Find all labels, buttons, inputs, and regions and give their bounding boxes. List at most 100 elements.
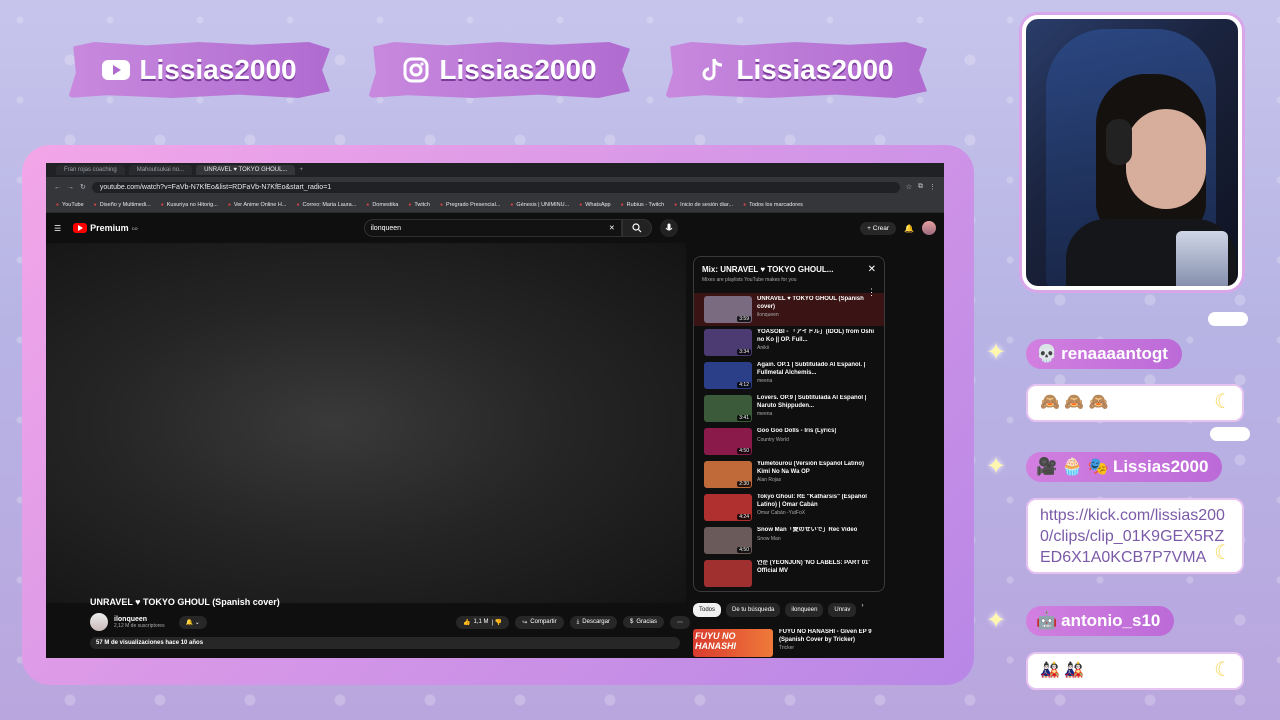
- playlist-item[interactable]: 4:12 Again. OP.1 | Subtitulado Al Español…: [694, 359, 884, 392]
- search-value: ilonqueen: [370, 224, 402, 232]
- star-icon[interactable]: ☆: [906, 183, 912, 191]
- hamburger-icon[interactable]: ☰: [54, 224, 61, 233]
- playlist-thumbnail[interactable]: 4:50: [704, 428, 752, 455]
- message-text: 🎎 🎎: [1040, 662, 1085, 679]
- playlist-thumbnail[interactable]: 4:24: [704, 494, 752, 521]
- playlist-item-title: Again. OP.1 | Subtitulado Al Español. | …: [757, 362, 866, 376]
- share-button[interactable]: ↪ Compartir: [515, 615, 564, 629]
- youtube-handle: Lissias2000: [139, 54, 297, 85]
- playlist-item[interactable]: 4:50 Goo Goo Dolls - Iris (Lyrics) Country…: [694, 425, 884, 458]
- playlist-thumbnail[interactable]: [704, 560, 752, 587]
- address-bar[interactable]: youtube.com/watch?v=FaVb-N7KfEo&list=RDF…: [91, 181, 900, 193]
- search-button[interactable]: [621, 219, 652, 237]
- playlist-thumbnail[interactable]: 4:50: [704, 527, 752, 554]
- playlist-item[interactable]: 4:24 Tokyo Ghoul: RE "Katharsis" (Español…: [694, 491, 884, 524]
- duration-badge: 4:24: [737, 514, 751, 520]
- playlist-item[interactable]: 3:34 YOASOBI - 「アイドル」(IDOL) from Oshi no …: [694, 326, 884, 359]
- recommendation-item[interactable]: FUYU NO HANASHI FUYU NO HANASHI - Given …: [693, 629, 875, 657]
- voice-search-button[interactable]: [659, 219, 678, 237]
- browser-tab[interactable]: Fran rojas coaching: [56, 165, 125, 175]
- browser-tab[interactable]: Mahoutsukai no...: [128, 165, 193, 175]
- playlist-item-channel: meena: [757, 411, 773, 417]
- channel-avatar[interactable]: [90, 613, 108, 631]
- extensions-icon[interactable]: ⧉: [918, 183, 923, 191]
- moon-icon: ☾: [1214, 659, 1232, 681]
- bookmark-folder[interactable]: Todos los marcadores: [743, 202, 803, 208]
- username-text: renaaaantogt: [1061, 344, 1168, 363]
- chevron-right-icon[interactable]: ›: [861, 603, 863, 617]
- avatar[interactable]: [922, 221, 936, 235]
- message-link[interactable]: https://kick.com/lissias2000/clips/clip_…: [1040, 507, 1225, 566]
- duration-badge: 2:30: [737, 481, 751, 487]
- playlist-item[interactable]: 연준 (YEONJUN) 'NO LABELS: PART 01' Offici…: [694, 557, 884, 590]
- video-description[interactable]: 57 M de visualizaciones hace 10 años: [90, 637, 680, 649]
- bookmark[interactable]: Twitch: [408, 202, 430, 208]
- browser-window: Fran rojas coaching Mahoutsukai no... UN…: [46, 163, 944, 658]
- bookmark[interactable]: Kusuriya no Hitorig...: [161, 202, 218, 208]
- webcam-overlay: [1022, 15, 1242, 290]
- instagram-handle: Lissias2000: [439, 54, 597, 85]
- notifications-icon[interactable]: 🔔: [904, 224, 914, 233]
- clear-search-icon[interactable]: ✕: [609, 224, 615, 232]
- streamer-face: [1126, 109, 1206, 209]
- search-icon: [632, 223, 642, 233]
- cloud-decoration: [1208, 312, 1248, 326]
- back-icon[interactable]: ←: [54, 184, 61, 191]
- more-options-icon[interactable]: ⋮: [867, 287, 876, 298]
- bookmark[interactable]: Pregrado Presencial...: [440, 202, 500, 208]
- playlist-thumbnail[interactable]: 3:41: [704, 395, 752, 422]
- sparkle-icon: ✦: [986, 607, 1007, 634]
- thanks-button[interactable]: $ Gracias: [622, 616, 664, 628]
- like-button[interactable]: 👍 1,1 M | 👎: [456, 615, 510, 629]
- bookmark[interactable]: Rubius - Twitch: [621, 202, 665, 208]
- bookmark[interactable]: Correo: Maria Laura...: [296, 202, 356, 208]
- chat-username: 🎥 🧁 🎭 Lissias2000: [1026, 452, 1223, 482]
- create-button[interactable]: + Crear: [860, 221, 897, 235]
- browser-tab-active[interactable]: UNRAVEL ♥ TOKYO GHOUL...: [196, 165, 296, 175]
- playlist-item[interactable]: 2:30 Yumetourou (Versión Español Latino) …: [694, 458, 884, 491]
- close-icon[interactable]: ✕: [868, 264, 876, 275]
- playlist-item[interactable]: 3:59 UNRAVEL ♥ TOKYO GHOUL (Spanish cover…: [694, 293, 884, 326]
- bookmarks-bar: YouTube Diseño y Multimedi... Kusuriya n…: [46, 197, 944, 213]
- new-tab-button[interactable]: +: [299, 167, 303, 173]
- forward-icon[interactable]: →: [67, 184, 74, 191]
- chip-unravel[interactable]: Unrav: [828, 603, 857, 617]
- bookmark[interactable]: Inicio de sesión diar...: [674, 202, 733, 208]
- sparkle-icon: ✦: [986, 339, 1007, 366]
- instagram-banner: Lissias2000: [368, 42, 630, 98]
- playlist-item[interactable]: 3:41 Lovers. OP.9 | Subtitulada Al Españo…: [694, 392, 884, 425]
- chip-from-search[interactable]: De tu búsqueda: [726, 603, 781, 617]
- download-button[interactable]: ⤓ Descargar: [569, 615, 617, 629]
- chip-all[interactable]: Todos: [693, 603, 722, 617]
- chip-channel[interactable]: ilonqueen: [785, 603, 824, 617]
- playlist-thumbnail[interactable]: 3:59: [704, 296, 752, 323]
- tiktok-icon: [698, 55, 728, 85]
- recommendation-thumbnail[interactable]: FUYU NO HANASHI: [693, 629, 773, 657]
- channel-name[interactable]: ilonqueen: [114, 616, 165, 623]
- subscribed-button[interactable]: 🔔 ⌄: [178, 615, 207, 629]
- bookmark[interactable]: Ver Anime Online H...: [228, 202, 287, 208]
- reload-icon[interactable]: ↻: [80, 183, 86, 191]
- bookmark[interactable]: WhatsApp: [579, 202, 610, 208]
- youtube-banner: Lissias2000: [68, 42, 330, 98]
- browser-tabs: Fran rojas coaching Mahoutsukai no... UN…: [46, 163, 944, 177]
- playlist-item[interactable]: 4:50 Snow Man「愛のせいで」Rec Video Snow Man: [694, 524, 884, 557]
- bookmark[interactable]: Génesis | UNIMINU...: [510, 202, 569, 208]
- search-input[interactable]: ilonqueen ✕: [363, 219, 622, 237]
- menu-icon[interactable]: ⋮: [929, 183, 936, 191]
- playlist-thumbnail[interactable]: 2:30: [704, 461, 752, 488]
- bookmark[interactable]: YouTube: [56, 202, 84, 208]
- tiktok-handle: Lissias2000: [736, 54, 894, 85]
- recommendation-channel: Tricker: [779, 645, 795, 651]
- youtube-logo[interactable]: Premium CO: [73, 223, 138, 233]
- recommendation-title: FUYU NO HANASHI - Given EP 9 (Spanish Co…: [779, 629, 872, 643]
- playlist-thumbnail[interactable]: 4:12: [704, 362, 752, 389]
- bookmark[interactable]: Diseño y Multimedi...: [94, 202, 151, 208]
- more-actions-button[interactable]: ⋯: [670, 615, 690, 629]
- playlist-thumbnail[interactable]: 3:34: [704, 329, 752, 356]
- bookmark[interactable]: Domestika: [366, 202, 398, 208]
- playlist-title: Mix: UNRAVEL ♥ TOKYO GHOUL...: [702, 265, 834, 274]
- sparkle-icon: ✦: [986, 453, 1007, 480]
- video-player[interactable]: [46, 243, 686, 603]
- user-badges: 💀: [1036, 344, 1058, 363]
